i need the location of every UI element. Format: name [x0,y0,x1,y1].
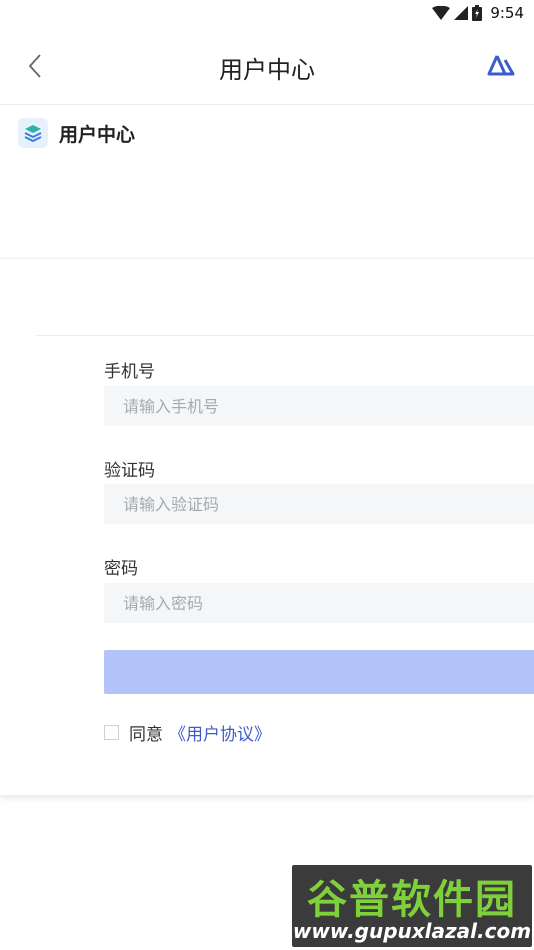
watermark-logo: 谷普软件园 www.gupuxlazal.com [292,865,532,947]
signal-icon [454,6,469,20]
agreement-row: 同意 《用户协议》 [104,720,271,745]
section-title: 用户中心 [59,123,136,146]
app-logo-button[interactable] [486,52,516,80]
agree-checkbox[interactable] [104,725,119,740]
status-icons: 9:54 [432,4,524,22]
page-title: 用户中心 [219,56,315,84]
user-agreement-link[interactable]: 《用户协议》 [169,720,271,745]
status-bar: 9:54 [0,0,534,28]
layers-icon [18,118,48,148]
password-input[interactable] [104,583,534,623]
divider [36,335,534,336]
login-card: 手机号 验证码 密码 同意 《用户协议》 [0,258,534,795]
app-logo-icon [487,55,515,76]
phone-input[interactable] [104,386,534,426]
code-label: 验证码 [104,461,155,481]
battery-icon [472,5,483,21]
watermark-url: www.gupuxlazal.com [292,919,532,943]
password-label: 密码 [104,559,138,579]
watermark-title: 谷普软件园 [307,877,517,923]
agree-text: 同意 [129,725,163,745]
submit-button[interactable] [104,650,534,694]
code-input[interactable] [104,484,534,524]
phone-label: 手机号 [104,362,155,382]
app-header: 用户中心 [0,28,534,105]
status-time: 9:54 [490,4,524,22]
wifi-icon [432,6,451,20]
section-header: 用户中心 [18,118,135,148]
